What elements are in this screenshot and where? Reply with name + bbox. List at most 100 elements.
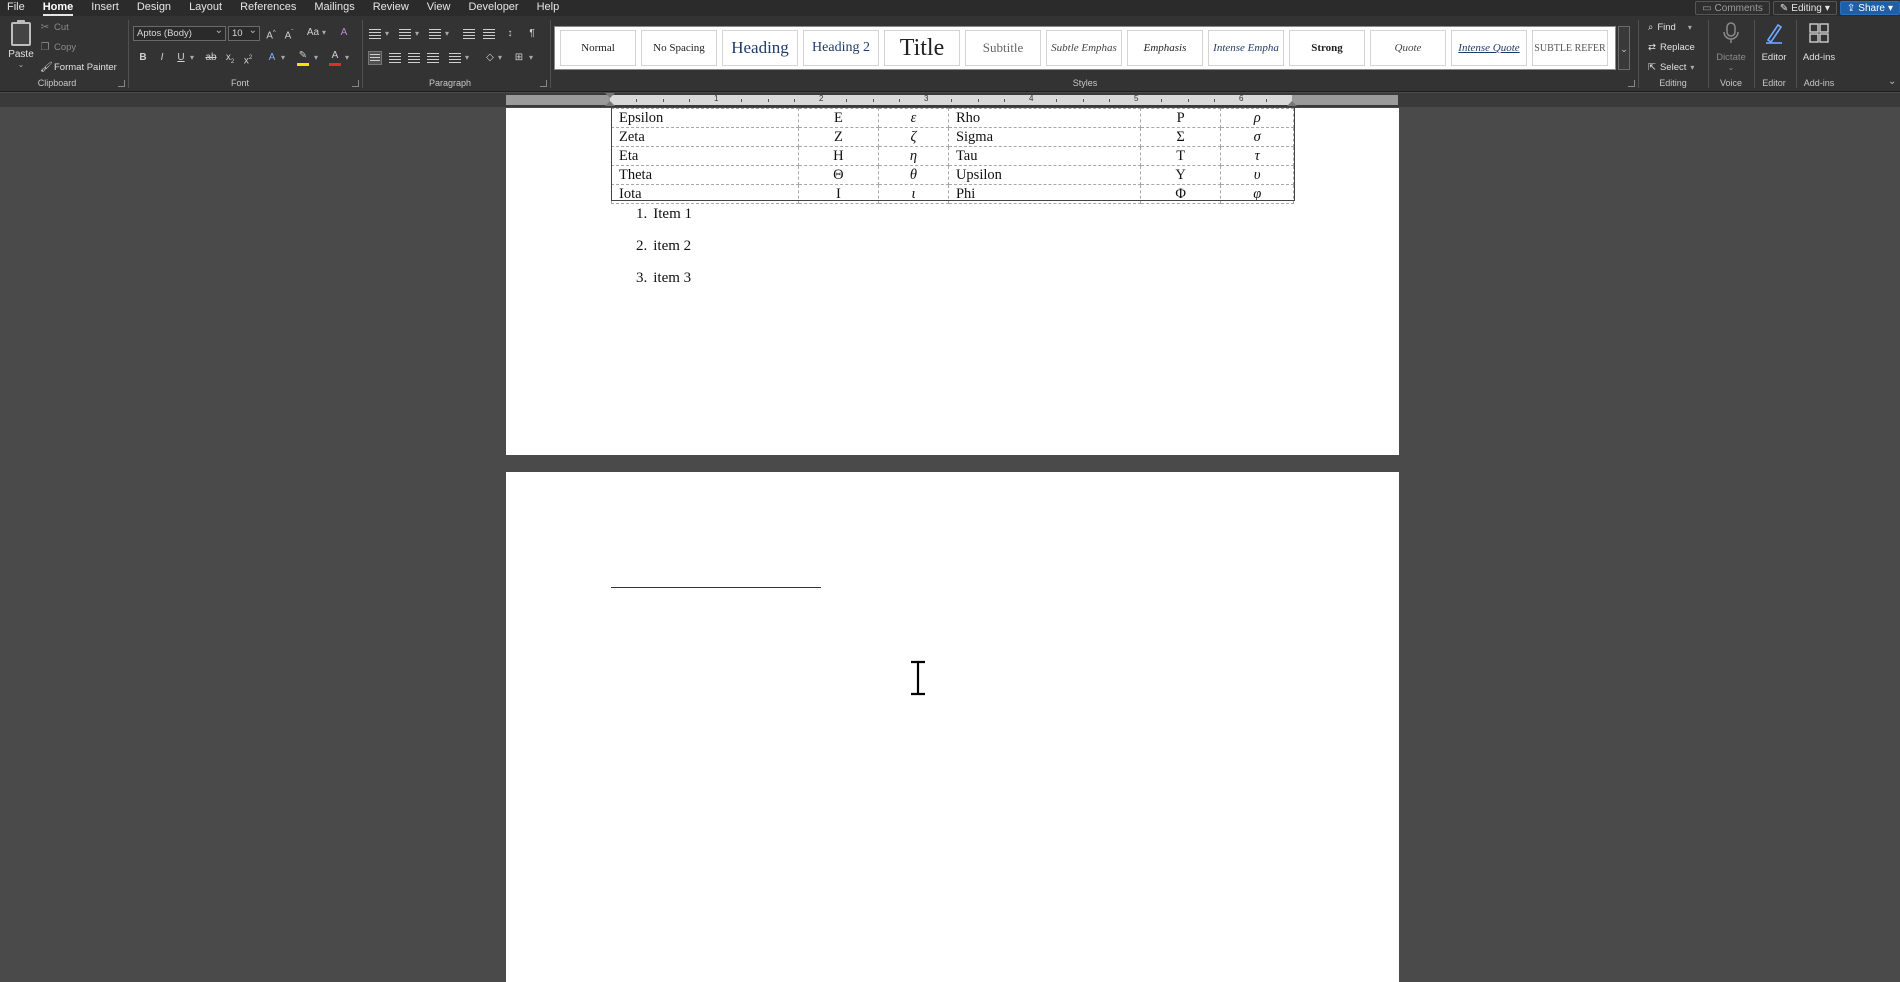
editor-button[interactable]: Editor	[1759, 21, 1789, 63]
tab-file[interactable]: File	[0, 0, 36, 16]
style-strong[interactable]: Strong	[1289, 30, 1365, 66]
editing-mode-button[interactable]: ✎ Editing ▾	[1772, 1, 1837, 15]
chevron-down-icon[interactable]: ▾	[281, 51, 285, 65]
subscript-icon[interactable]: x2	[224, 51, 236, 65]
paragraph-dialog-launcher-icon[interactable]	[540, 80, 547, 87]
table-cell[interactable]: φ	[1220, 184, 1294, 204]
tab-insert[interactable]: Insert	[84, 0, 130, 16]
list-item[interactable]: 1. Item 1	[636, 206, 692, 238]
style-subtle-reference[interactable]: SUBTLE REFER	[1532, 30, 1608, 66]
change-case-icon[interactable]: Aa	[305, 26, 321, 40]
table-cell[interactable]: σ	[1220, 127, 1294, 147]
select-button[interactable]: ⇱ Select ▾	[1648, 62, 1694, 73]
multilevel-list-icon[interactable]	[428, 27, 442, 41]
style-subtitle[interactable]: Subtitle	[965, 30, 1041, 66]
table-cell[interactable]: ι	[878, 184, 949, 204]
list-item[interactable]: 2. item 2	[636, 238, 692, 270]
table-cell[interactable]: Ζ	[797, 127, 880, 147]
font-name-combo[interactable]: Aptos (Body)	[133, 24, 226, 41]
justify-icon[interactable]	[426, 51, 440, 65]
table-cell[interactable]: Tau	[947, 146, 1141, 166]
document-page[interactable]	[506, 472, 1399, 982]
paste-button[interactable]: Paste ⌄	[7, 20, 35, 69]
style-heading[interactable]: Heading	[722, 30, 798, 66]
tab-layout[interactable]: Layout	[182, 0, 233, 16]
style-intense-emphasis[interactable]: Intense Empha	[1208, 30, 1284, 66]
align-left-icon[interactable]	[368, 51, 382, 65]
clipboard-dialog-launcher-icon[interactable]	[118, 80, 125, 87]
text-effects-icon[interactable]: A	[265, 51, 279, 65]
bullets-icon[interactable]	[368, 27, 382, 41]
cut-button[interactable]: ✂ Cut	[40, 22, 69, 33]
italic-icon[interactable]: I	[156, 51, 168, 65]
copy-button[interactable]: ❐ Copy	[40, 42, 77, 53]
chevron-down-icon[interactable]: ▾	[190, 51, 194, 65]
horizontal-ruler[interactable]: 1 2 3 4 5 6	[0, 93, 1900, 107]
first-line-indent-marker[interactable]	[605, 93, 615, 98]
table-cell[interactable]: Θ	[797, 165, 880, 185]
find-button[interactable]: ⌕ Find ▾	[1648, 22, 1692, 33]
chevron-down-icon[interactable]: ▾	[314, 51, 318, 65]
chevron-down-icon[interactable]: ▾	[498, 51, 502, 65]
table-cell[interactable]: Epsilon	[611, 108, 799, 128]
tab-review[interactable]: Review	[366, 0, 420, 16]
table-cell[interactable]: Υ	[1139, 165, 1222, 185]
underline-icon[interactable]: U	[175, 51, 187, 65]
chevron-down-icon[interactable]: ▾	[322, 26, 326, 40]
tab-developer[interactable]: Developer	[461, 0, 529, 16]
pilcrow-icon[interactable]: ¶	[526, 27, 538, 41]
superscript-icon[interactable]: x2	[242, 51, 254, 66]
tab-home[interactable]: Home	[36, 0, 85, 16]
table-cell[interactable]: ε	[878, 108, 949, 128]
tab-design[interactable]: Design	[130, 0, 182, 16]
table-cell[interactable]: Ε	[797, 108, 880, 128]
table-cell[interactable]: Eta	[611, 146, 799, 166]
highlighter-icon[interactable]: ✎	[296, 49, 310, 63]
table-cell[interactable]: Ρ	[1139, 108, 1222, 128]
style-no-spacing[interactable]: No Spacing	[641, 30, 717, 66]
style-emphasis[interactable]: Emphasis	[1127, 30, 1203, 66]
chevron-down-icon[interactable]: ▾	[529, 51, 533, 65]
font-dialog-launcher-icon[interactable]	[352, 80, 359, 87]
comments-button[interactable]: ▭ Comments	[1695, 1, 1770, 15]
table-cell[interactable]: Iota	[611, 184, 799, 204]
table-cell[interactable]: Ι	[797, 184, 880, 204]
align-right-icon[interactable]	[407, 51, 421, 65]
strikethrough-icon[interactable]: ab	[204, 51, 218, 65]
table-cell[interactable]: Η	[797, 146, 880, 166]
shading-icon[interactable]: ◇	[483, 51, 497, 65]
increase-indent-icon[interactable]	[482, 27, 496, 41]
decrease-indent-icon[interactable]	[462, 27, 476, 41]
greek-alphabet-table[interactable]: Epsilon Ε ε Rho Ρ ρ Zeta Ζ ζ Sigma Σ σ E…	[611, 108, 1294, 204]
sort-icon[interactable]: ↕	[504, 27, 516, 41]
table-cell[interactable]: Sigma	[947, 127, 1141, 147]
format-painter-button[interactable]: 🖌 Format Painter	[40, 62, 117, 73]
chevron-down-icon[interactable]: ▾	[465, 51, 469, 65]
style-quote[interactable]: Quote	[1370, 30, 1446, 66]
chevron-down-icon[interactable]: ▾	[345, 51, 349, 65]
table-cell[interactable]: Zeta	[611, 127, 799, 147]
table-cell[interactable]: Σ	[1139, 127, 1222, 147]
tab-help[interactable]: Help	[530, 0, 571, 16]
table-cell[interactable]: Φ	[1139, 184, 1222, 204]
styles-more-chevron-icon[interactable]: ⌄	[1618, 26, 1630, 70]
table-cell[interactable]: υ	[1220, 165, 1294, 185]
chevron-down-icon[interactable]: ▾	[415, 27, 419, 41]
table-cell[interactable]: Upsilon	[947, 165, 1141, 185]
share-button[interactable]: ⇪ Share ▾	[1839, 1, 1900, 15]
table-cell[interactable]: Phi	[947, 184, 1141, 204]
table-cell[interactable]: η	[878, 146, 949, 166]
document-page[interactable]: Epsilon Ε ε Rho Ρ ρ Zeta Ζ ζ Sigma Σ σ E…	[506, 106, 1399, 455]
collapse-ribbon-chevron-icon[interactable]: ⌄	[1888, 76, 1896, 87]
numbering-icon[interactable]	[398, 27, 412, 41]
table-cell[interactable]: θ	[878, 165, 949, 185]
grow-font-icon[interactable]: A^	[264, 26, 278, 41]
table-cell[interactable]: ζ	[878, 127, 949, 147]
tab-references[interactable]: References	[233, 0, 307, 16]
replace-button[interactable]: ⇄ Replace	[1648, 42, 1695, 53]
table-cell[interactable]: τ	[1220, 146, 1294, 166]
shrink-font-icon[interactable]: Aˇ	[282, 26, 296, 41]
right-indent-marker[interactable]	[1287, 101, 1297, 106]
table-cell[interactable]: Rho	[947, 108, 1141, 128]
table-cell[interactable]: ρ	[1220, 108, 1294, 128]
